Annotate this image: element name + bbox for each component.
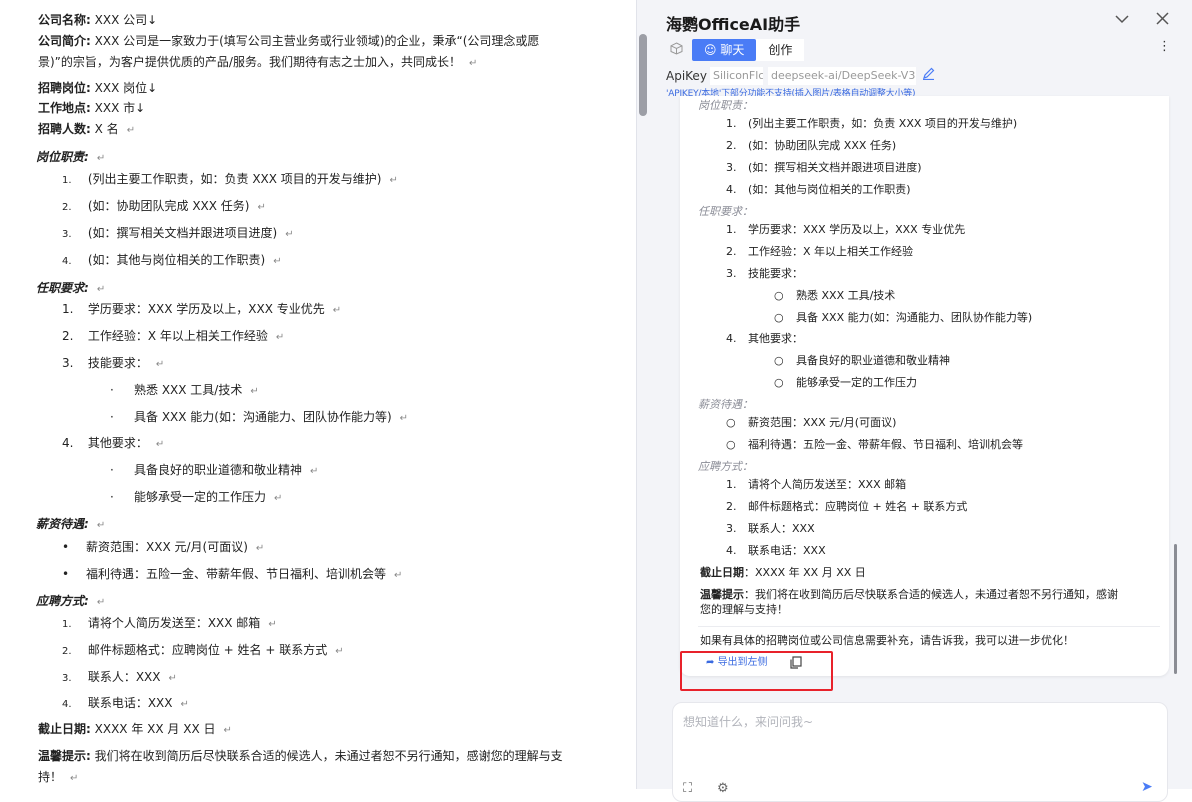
chat-tip: 温馨提示：我们将在收到简历后尽快联系合适的候选人，未通过者恕不另行通知，感谢 xyxy=(700,588,1118,601)
more-options-icon[interactable]: ⋮ xyxy=(1158,40,1171,53)
other-item: · 能够承受一定的工作压力 ↵ xyxy=(110,490,283,504)
other-item: · 具备良好的职业道德和敬业精神 ↵ xyxy=(110,463,319,477)
tab-create-label: 创作 xyxy=(768,43,793,57)
apikey-label: ApiKey xyxy=(666,69,707,83)
salary-item: • 薪资范围：XXX 元/月(可面议) ↵ xyxy=(62,540,265,554)
chat-duty-item: 2. (如：协助团队完成 XXX 任务) xyxy=(726,139,897,152)
cube-icon[interactable] xyxy=(670,42,683,58)
tip-line: 温馨提示: 我们将在收到简历后尽快联系合适的候选人，未通过者恕不另行通知，感谢您… xyxy=(38,749,563,763)
chat-salary-heading: 薪资待遇： xyxy=(698,398,753,411)
chat-icon: ☺ xyxy=(704,43,721,57)
duties-heading: 岗位职责: ↵ xyxy=(36,150,106,164)
chat-apply-item: 4. 联系电话：XXX xyxy=(726,544,826,557)
apikey-model-select[interactable]: deepseek-ai/DeepSeek-V3 xyxy=(768,67,916,85)
chat-other-item: ○ 能够承受一定的工作压力 xyxy=(774,376,917,389)
chat-input[interactable] xyxy=(683,713,1153,753)
document-page[interactable]: 公司名称: XXX 公司↓ 公司简介: XXX 公司是一家致力于(填写公司主营业… xyxy=(0,0,636,789)
panel-title: 海鹦OfficeAI助手 xyxy=(666,15,801,34)
duty-item: 3. (如：撰写相关文档并跟进项目进度) ↵ xyxy=(62,226,294,240)
chat-input-container: ⛶ ⚙ ➤ xyxy=(672,702,1168,802)
apply-heading: 应聘方式: ↵ xyxy=(36,594,106,608)
chat-other-item: ○ 具备良好的职业道德和敬业精神 xyxy=(774,354,950,367)
tip-line-2: 持！ ↵ xyxy=(38,770,79,784)
requirement-item: 3. 技能要求： ↵ xyxy=(62,356,165,370)
chat-deadline: 截止日期：XXXX 年 XX 月 XX 日 xyxy=(700,566,866,579)
tab-chat-label: 聊天 xyxy=(720,43,745,57)
export-to-left-button[interactable]: ➦ 导出到左侧 xyxy=(706,656,768,670)
chat-apply-heading: 应聘方式： xyxy=(698,460,753,473)
requirement-item: 2. 工作经验：X 年以上相关工作经验 ↵ xyxy=(62,329,285,343)
tab-chat[interactable]: ☺ 聊天 xyxy=(692,39,757,61)
chat-salary-item: ○ 福利待遇：五险一金、带薪年假、节日福利、培训机会等 xyxy=(726,438,1023,451)
chat-requirement-item: 3. 技能要求： xyxy=(726,267,803,280)
skill-item: · 具备 XXX 能力(如：沟通能力、团队协作能力等) ↵ xyxy=(110,410,409,424)
chat-requirement-item: 4. 其他要求： xyxy=(726,332,803,345)
chat-tip-line-2: 您的理解与支持！ xyxy=(700,603,788,616)
chat-requirements-heading: 任职要求： xyxy=(698,205,753,218)
apply-item: 2. 邮件标题格式：应聘岗位 + 姓名 + 联系方式 ↵ xyxy=(62,643,344,657)
copy-icon[interactable] xyxy=(790,656,802,671)
edit-pen-icon[interactable] xyxy=(922,67,935,84)
export-label: 导出到左侧 xyxy=(717,657,768,668)
apply-item: 4. 联系电话：XXX ↵ xyxy=(62,696,189,710)
salary-heading: 薪资待遇: ↵ xyxy=(36,517,106,531)
requirements-heading: 任职要求: ↵ xyxy=(36,281,106,295)
close-icon[interactable] xyxy=(1156,12,1169,28)
collapse-chevron-icon[interactable] xyxy=(1114,13,1130,28)
apply-item: 1. 请将个人简历发送至：XXX 邮箱 ↵ xyxy=(62,616,277,630)
chat-followup: 如果有具体的招聘岗位或公司信息需要补充，请告诉我，我可以进一步优化！ xyxy=(700,634,1074,647)
chat-duty-item: 3. (如：撰写相关文档并跟进项目进度) xyxy=(726,161,922,174)
company-name-line: 公司名称: XXX 公司↓ xyxy=(38,13,158,27)
tab-create[interactable]: 创作 xyxy=(756,39,805,61)
requirement-item: 4. 其他要求： ↵ xyxy=(62,436,165,450)
apply-item: 3. 联系人：XXX ↵ xyxy=(62,670,177,684)
chat-scrollbar[interactable] xyxy=(1174,544,1177,674)
headcount-line: 招聘人数: X 名 ↵ xyxy=(38,122,136,136)
apikey-provider-select[interactable]: SiliconFlc xyxy=(710,67,763,85)
chat-duties-heading: 岗位职责： xyxy=(698,99,753,112)
skill-item: · 熟悉 XXX 工具/技术 ↵ xyxy=(110,383,259,397)
export-arrow-icon: ➦ xyxy=(706,657,718,668)
chat-duty-item: 1. (列出主要工作职责，如：负责 XXX 项目的开发与维护) xyxy=(726,117,1018,130)
chat-requirement-item: 2. 工作经验：X 年以上相关工作经验 xyxy=(726,245,914,258)
duty-item: 4. (如：其他与岗位相关的工作职责) ↵ xyxy=(62,253,282,267)
duty-item: 1. (列出主要工作职责，如：负责 XXX 项目的开发与维护) ↵ xyxy=(62,172,398,186)
chat-requirement-item: 1. 学历要求：XXX 学历及以上，XXX 专业优先 xyxy=(726,223,966,236)
send-icon[interactable]: ➤ xyxy=(1141,779,1153,795)
message-divider xyxy=(698,626,1160,627)
salary-item: • 福利待遇：五险一金、带薪年假、节日福利、培训机会等 ↵ xyxy=(62,567,403,581)
position-line: 招聘岗位: XXX 岗位↓ xyxy=(38,81,158,95)
chat-duty-item: 4. (如：其他与岗位相关的工作职责) xyxy=(726,183,911,196)
chat-salary-item: ○ 薪资范围：XXX 元/月(可面议) xyxy=(726,416,897,429)
assistant-message: 岗位职责： 1. (列出主要工作职责，如：负责 XXX 项目的开发与维护) 2.(… xyxy=(680,96,1169,676)
location-line: 工作地点: XXX 市↓ xyxy=(38,101,146,115)
deadline-line: 截止日期: XXXX 年 XX 月 XX 日 ↵ xyxy=(38,722,232,736)
chat-apply-item: 1. 请将个人简历发送至：XXX 邮箱 xyxy=(726,478,907,491)
mode-tabs: ☺ 聊天 创作 xyxy=(692,39,805,61)
chat-apply-item: 3. 联系人：XXX xyxy=(726,522,815,535)
chat-skill-item: ○ 具备 XXX 能力(如：沟通能力、团队协作能力等) xyxy=(774,311,1033,324)
chat-skill-item: ○ 熟悉 XXX 工具/技术 xyxy=(774,289,896,302)
document-scrollbar[interactable] xyxy=(639,34,647,116)
chat-apply-item: 2. 邮件标题格式：应聘岗位 + 姓名 + 联系方式 xyxy=(726,500,968,513)
duty-item: 2. (如：协助团队完成 XXX 任务) ↵ xyxy=(62,199,266,213)
requirement-item: 1. 学历要求：XXX 学历及以上，XXX 专业优先 ↵ xyxy=(62,302,342,316)
company-intro-line: 公司简介: XXX 公司是一家致力于(填写公司主营业务或行业领域)的企业，秉承“… xyxy=(38,34,540,48)
company-intro-line-2: 景)”的宗旨，为客户提供优质的产品/服务。我们期待有志之士加入，共同成长！ ↵ xyxy=(38,55,478,69)
